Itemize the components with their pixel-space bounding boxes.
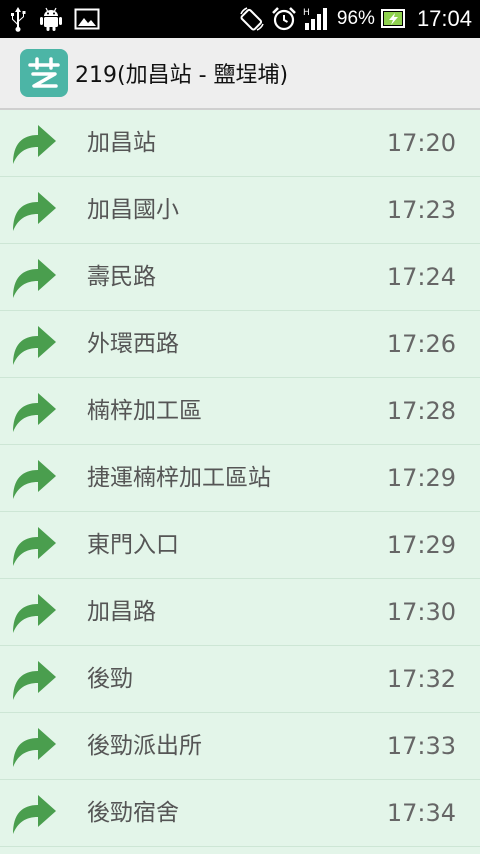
stop-name: 加昌國小 (87, 197, 179, 223)
arrival-time: 17:30 (386, 598, 456, 626)
forward-arrow-icon (10, 254, 58, 300)
arrival-time: 17:20 (386, 129, 456, 157)
stop-name: 東門入口 (87, 532, 179, 558)
forward-arrow-icon (10, 321, 58, 367)
stop-row[interactable]: 後勁宿舍 17:34 (0, 780, 480, 847)
forward-arrow-icon (10, 723, 58, 769)
battery-icon (380, 8, 407, 30)
stop-name: 捷運楠梓加工區站 (87, 465, 271, 491)
stop-name: 加昌路 (87, 599, 156, 625)
stop-row[interactable]: 外環西路 17:26 (0, 311, 480, 378)
signal-icon: H (303, 6, 331, 32)
stop-row[interactable]: 加昌站 17:20 (0, 110, 480, 177)
status-bar: H 96% 17:04 (0, 0, 480, 38)
android-icon (38, 6, 64, 32)
forward-arrow-icon (10, 455, 58, 501)
arrival-time: 17:34 (386, 799, 456, 827)
forward-arrow-icon (10, 522, 58, 568)
stop-row[interactable]: 東門入口 17:29 (0, 512, 480, 579)
stop-name: 楠梓加工區 (87, 398, 202, 424)
usb-icon (8, 6, 28, 32)
forward-arrow-icon (10, 790, 58, 836)
arrival-time: 17:26 (386, 330, 456, 358)
forward-arrow-icon (10, 187, 58, 233)
alarm-icon (271, 6, 297, 32)
forward-arrow-icon (10, 656, 58, 702)
forward-arrow-icon (10, 388, 58, 434)
bus-logo-icon (28, 57, 60, 88)
arrival-time: 17:23 (386, 196, 456, 224)
arrival-time: 17:29 (386, 464, 456, 492)
image-icon (74, 7, 100, 31)
stop-name: 加昌站 (87, 130, 156, 156)
page-title: 219(加昌站 - 鹽埕埔) (75, 63, 289, 88)
bus-app-logo[interactable] (20, 49, 68, 97)
stop-row[interactable]: 壽民路 17:24 (0, 244, 480, 311)
clock: 17:04 (416, 6, 472, 31)
stop-name: 外環西路 (87, 331, 179, 357)
arrival-time: 17:24 (386, 263, 456, 291)
stop-list[interactable]: 加昌站 17:20 加昌國小 17:23 壽民路 17:24 外環西路 17:26 楠梓加工區 1… (0, 110, 480, 854)
stop-name: 後勁 (87, 666, 133, 692)
stop-name: 壽民路 (87, 264, 156, 290)
action-bar: 219(加昌站 - 鹽埕埔) (0, 38, 480, 110)
battery-percent: 96% (336, 8, 375, 29)
stop-row[interactable]: 後勁 17:32 (0, 646, 480, 713)
stop-row[interactable]: 楠梓加工區 17:28 (0, 378, 480, 445)
stop-name: 後勁派出所 (87, 733, 202, 759)
forward-arrow-icon (10, 589, 58, 635)
stop-row[interactable]: 捷運楠梓加工區站 17:29 (0, 445, 480, 512)
arrival-time: 17:28 (386, 397, 456, 425)
stop-row[interactable]: 加昌國小 17:23 (0, 177, 480, 244)
stop-name: 後勁宿舍 (87, 800, 179, 826)
arrival-time: 17:32 (386, 665, 456, 693)
arrival-time: 17:33 (386, 732, 456, 760)
forward-arrow-icon (10, 120, 58, 166)
rotate-icon (239, 6, 265, 32)
stop-row[interactable]: 後勁派出所 17:33 (0, 713, 480, 780)
arrival-time: 17:29 (386, 531, 456, 559)
svg-text:H: H (303, 8, 310, 18)
stop-row[interactable]: 加昌路 17:30 (0, 579, 480, 646)
